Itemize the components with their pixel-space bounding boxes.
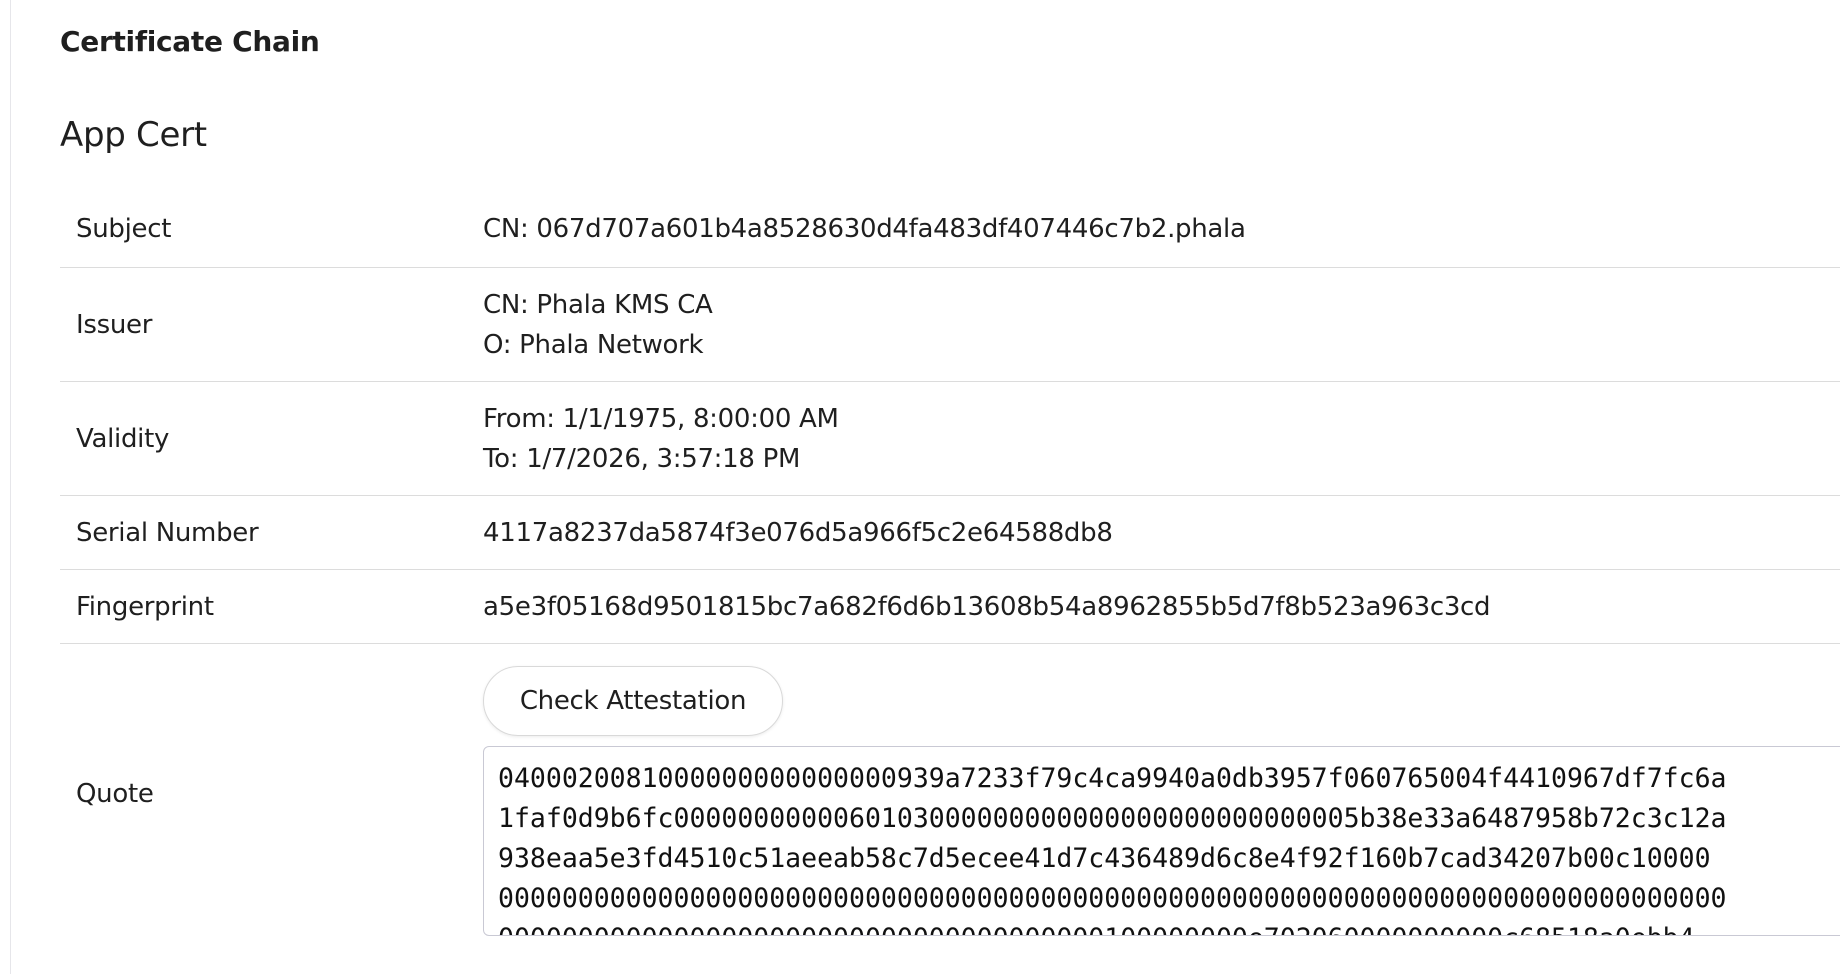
serial-number-label: Serial Number — [76, 517, 259, 548]
issuer-org: O: Phala Network — [483, 329, 704, 360]
subject-value: CN: 067d707a601b4a8528630d4fa483df407446… — [483, 213, 1246, 244]
validity-label: Validity — [76, 423, 170, 454]
section-title: Certificate Chain — [60, 25, 320, 58]
quote-text[interactable]: 0400020081000000000000000939a7233f79c4ca… — [498, 759, 1840, 935]
subject-label: Subject — [76, 213, 172, 244]
quote-label: Quote — [76, 779, 154, 809]
cert-title: App Cert — [60, 115, 207, 155]
issuer-cn: CN: Phala KMS CA — [483, 289, 713, 320]
row-fingerprint: Fingerprint a5e3f05168d9501815bc7a682f6d… — [60, 570, 1840, 644]
row-issuer: Issuer CN: Phala KMS CA O: Phala Network — [60, 268, 1840, 382]
issuer-value: CN: Phala KMS CA O: Phala Network — [483, 285, 713, 365]
fingerprint-label: Fingerprint — [76, 591, 214, 622]
left-divider — [10, 0, 11, 974]
row-serial-number: Serial Number 4117a8237da5874f3e076d5a96… — [60, 496, 1840, 570]
serial-number-value: 4117a8237da5874f3e076d5a966f5c2e64588db8 — [483, 517, 1113, 548]
row-subject: Subject CN: 067d707a601b4a8528630d4fa483… — [60, 190, 1840, 268]
page: Certificate Chain App Cert Subject CN: 0… — [0, 0, 1840, 974]
row-validity: Validity From: 1/1/1975, 8:00:00 AM To: … — [60, 382, 1840, 496]
quote-textarea[interactable]: 0400020081000000000000000939a7233f79c4ca… — [483, 746, 1840, 936]
issuer-label: Issuer — [76, 309, 153, 340]
row-quote: Quote Check Attestation 0400020081000000… — [60, 644, 1840, 958]
certificate-details-table: Subject CN: 067d707a601b4a8528630d4fa483… — [60, 190, 1840, 958]
fingerprint-value: a5e3f05168d9501815bc7a682f6d6b13608b54a8… — [483, 591, 1491, 622]
check-attestation-button[interactable]: Check Attestation — [483, 666, 783, 736]
validity-from: From: 1/1/1975, 8:00:00 AM — [483, 403, 839, 434]
validity-to: To: 1/7/2026, 3:57:18 PM — [483, 443, 801, 474]
validity-value: From: 1/1/1975, 8:00:00 AM To: 1/7/2026,… — [483, 399, 839, 479]
